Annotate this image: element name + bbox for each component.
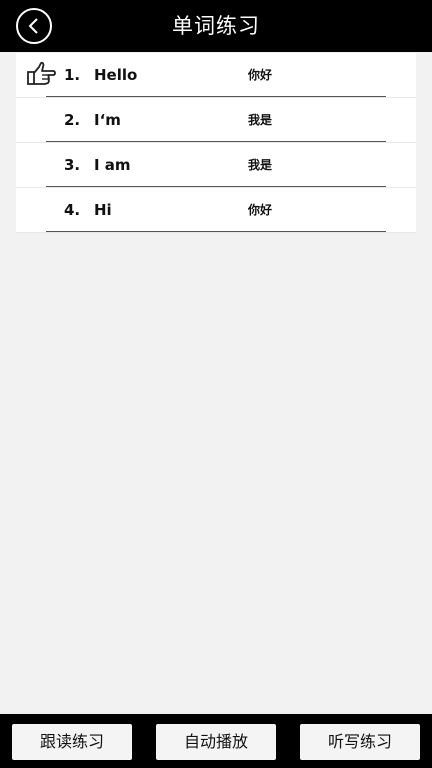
word-text: Hi [94,201,112,219]
word-number: 4. [64,201,81,219]
word-number: 2. [64,111,81,129]
word-row-2[interactable]: 2. I‘m 我是 [16,98,416,143]
word-meaning: 你好 [248,68,273,82]
word-number: 1. [64,66,81,84]
dictation-button[interactable]: 听写练习 [300,724,420,760]
page-title: 单词练习 [172,14,260,38]
word-text: Hello [94,66,138,84]
back-button[interactable] [16,8,52,44]
header-bar: 单词练习 [0,0,432,52]
row-divider [46,186,386,187]
follow-read-button[interactable]: 跟读练习 [12,724,132,760]
word-meaning: 你好 [248,203,273,217]
chevron-left-icon [28,18,38,34]
word-practice-screen: 单词练习 1. Hello 你好 2. I‘m 我是 3. I am 我是 4.… [0,0,432,768]
footer-bar: 跟读练习 自动播放 听写练习 [0,714,432,768]
word-meaning: 我是 [248,158,273,172]
word-row-4[interactable]: 4. Hi 你好 [16,188,416,233]
word-row-3[interactable]: 3. I am 我是 [16,143,416,188]
auto-play-button[interactable]: 自动播放 [156,724,276,760]
word-text: I‘m [94,111,121,129]
row-divider [46,231,386,232]
word-number: 3. [64,156,81,174]
word-text: I am [94,156,131,174]
hand-pointing-icon [27,61,56,85]
row-divider [46,141,386,142]
row-divider [46,96,386,97]
word-row-1[interactable]: 1. Hello 你好 [16,53,416,98]
word-list: 1. Hello 你好 2. I‘m 我是 3. I am 我是 4. Hi 你… [16,53,416,233]
word-meaning: 我是 [248,113,273,127]
